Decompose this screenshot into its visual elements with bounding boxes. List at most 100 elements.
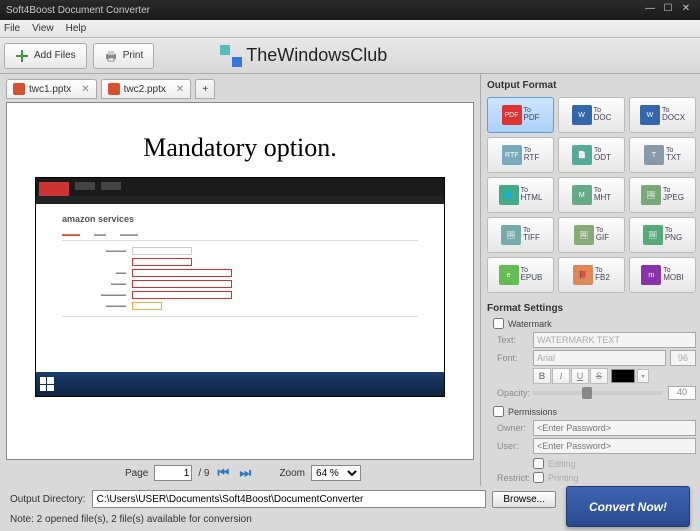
brand-text: TheWindowsClub	[246, 45, 387, 66]
permissions-label: Permissions	[508, 407, 557, 417]
format-txt[interactable]: TToTXT	[629, 137, 696, 173]
user-label: User:	[497, 441, 533, 451]
user-password-input[interactable]	[533, 438, 696, 454]
file-tabs: twc1.pptx ✕ twc2.pptx ✕ +	[6, 78, 474, 100]
embed-brand: amazon services	[62, 214, 418, 224]
format-fb2[interactable]: 📕ToFB2	[558, 257, 625, 293]
font-size-input[interactable]	[670, 350, 696, 366]
maximize-button[interactable]: ☐	[660, 3, 676, 17]
owner-password-input[interactable]	[533, 420, 696, 436]
convert-button[interactable]: Convert Now!	[566, 486, 690, 527]
tab-label: twc2.pptx	[124, 84, 166, 95]
format-rtf[interactable]: RTFToRTF	[487, 137, 554, 173]
restrict-printing-checkbox[interactable]	[533, 472, 544, 483]
strike-button[interactable]: S	[590, 368, 608, 384]
watermark-checkbox[interactable]	[493, 318, 504, 329]
output-dir-label: Output Directory:	[10, 494, 86, 505]
jpeg-icon: 🖼	[641, 185, 661, 205]
format-mht[interactable]: MToMHT	[558, 177, 625, 213]
minimize-button[interactable]: —	[642, 3, 658, 17]
odt-icon: 📄	[572, 145, 592, 165]
format-pdf[interactable]: PDFToPDF	[487, 97, 554, 133]
docx-icon: W	[640, 105, 660, 125]
gif-icon: 🖼	[574, 225, 594, 245]
page-label: Page	[125, 468, 148, 479]
underline-button[interactable]: U	[571, 368, 589, 384]
printer-icon	[104, 49, 118, 63]
format-settings-title: Format Settings	[487, 303, 696, 314]
menu-help[interactable]: Help	[66, 23, 87, 34]
plus-icon	[15, 49, 29, 63]
slide-title: Mandatory option.	[35, 133, 445, 163]
tab-file-2[interactable]: twc2.pptx ✕	[101, 79, 192, 99]
color-dropdown[interactable]: ▾	[637, 369, 649, 383]
italic-button[interactable]: I	[552, 368, 570, 384]
txt-icon: T	[644, 145, 664, 165]
page-total: / 9	[198, 468, 209, 479]
owner-label: Owner:	[497, 423, 533, 433]
format-tiff[interactable]: 🖼ToTIFF	[487, 217, 554, 253]
html-icon: 🌐	[499, 185, 519, 205]
pptx-icon	[108, 83, 120, 95]
menu-view[interactable]: View	[32, 23, 54, 34]
format-odt[interactable]: 📄ToODT	[558, 137, 625, 173]
page-nav: Page / 9 ⏮ ⏭ Zoom 64 %	[6, 460, 474, 486]
font-select[interactable]	[533, 350, 666, 366]
pptx-icon	[13, 83, 25, 95]
pdf-icon: PDF	[502, 105, 522, 125]
doc-icon: W	[572, 105, 592, 125]
close-icon[interactable]: ✕	[81, 84, 89, 95]
toolbar: Add Files Print TheWindowsClub	[0, 38, 700, 74]
preview-pane: Mandatory option. amazon services ▬▬▬▬▬▬…	[6, 102, 474, 460]
mobi-icon: m	[641, 265, 661, 285]
brand: TheWindowsClub	[220, 45, 387, 67]
bold-button[interactable]: B	[533, 368, 551, 384]
format-gif[interactable]: 🖼ToGIF	[558, 217, 625, 253]
titlebar: Soft4Boost Document Converter — ☐ ✕	[0, 0, 700, 20]
format-mobi[interactable]: mToMOBI	[629, 257, 696, 293]
format-doc[interactable]: WToDOC	[558, 97, 625, 133]
add-files-label: Add Files	[34, 50, 76, 61]
menu-file[interactable]: File	[4, 23, 20, 34]
font-label: Font:	[497, 353, 533, 363]
zoom-select[interactable]: 64 %	[311, 465, 361, 481]
format-epub[interactable]: eToEPUB	[487, 257, 554, 293]
add-files-button[interactable]: Add Files	[4, 43, 87, 69]
close-icon[interactable]: ✕	[176, 84, 184, 95]
brand-logo-icon	[220, 45, 242, 67]
tab-add-button[interactable]: +	[195, 79, 215, 99]
tiff-icon: 🖼	[501, 225, 521, 245]
next-page-button[interactable]: ⏭	[239, 465, 257, 481]
tab-label: twc1.pptx	[29, 84, 71, 95]
output-dir-input[interactable]	[92, 490, 487, 508]
first-page-button[interactable]: ⏮	[217, 465, 235, 481]
print-label: Print	[123, 50, 144, 61]
format-png[interactable]: 🖼ToPNG	[629, 217, 696, 253]
format-docx[interactable]: WToDOCX	[629, 97, 696, 133]
browse-button[interactable]: Browse...	[492, 491, 556, 508]
opacity-value: 40	[668, 386, 696, 400]
slide-screenshot: amazon services ▬▬▬▬▬▬▬▬ ▬▬▬▬ ▬▬ ▬▬▬ ▬▬▬…	[35, 177, 445, 397]
png-icon: 🖼	[643, 225, 663, 245]
watermark-text-input[interactable]	[533, 332, 696, 348]
color-picker[interactable]	[611, 369, 635, 383]
restrict-editing-checkbox[interactable]	[533, 458, 544, 469]
close-button[interactable]: ✕	[678, 3, 694, 17]
zoom-label: Zoom	[279, 468, 305, 479]
format-jpeg[interactable]: 🖼ToJPEG	[629, 177, 696, 213]
permissions-checkbox[interactable]	[493, 406, 504, 417]
menubar: File View Help	[0, 20, 700, 38]
restrict-label: Restrict:	[497, 473, 533, 483]
tab-file-1[interactable]: twc1.pptx ✕	[6, 79, 97, 99]
status-note: Note: 2 opened file(s), 2 file(s) availa…	[0, 512, 566, 531]
mht-icon: M	[572, 185, 592, 205]
fb2-icon: 📕	[573, 265, 593, 285]
opacity-slider[interactable]	[533, 391, 662, 395]
format-html[interactable]: 🌐ToHTML	[487, 177, 554, 213]
app-title: Soft4Boost Document Converter	[6, 5, 150, 16]
epub-icon: e	[499, 265, 519, 285]
output-format-title: Output Format	[487, 80, 696, 91]
watermark-label: Watermark	[508, 319, 552, 329]
print-button[interactable]: Print	[93, 43, 155, 69]
page-input[interactable]	[154, 465, 192, 481]
